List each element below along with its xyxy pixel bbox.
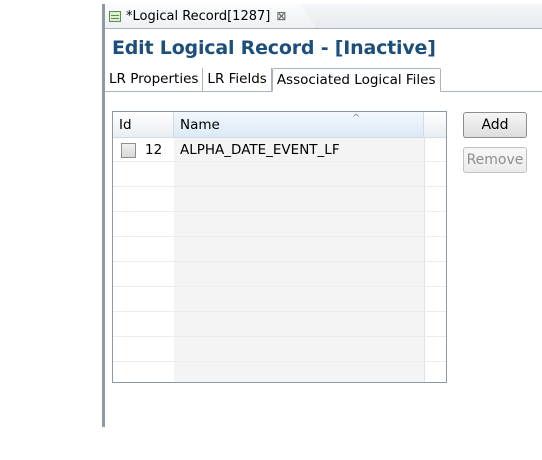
row-gridlines — [113, 137, 446, 382]
editor-tab[interactable]: *Logical Record[1287] ⊠ — [105, 4, 317, 28]
table-row[interactable]: 12 ALPHA_DATE_EVENT_LF — [113, 138, 446, 162]
column-header-name-label: Name — [180, 117, 220, 133]
row-checkbox[interactable] — [121, 142, 136, 158]
subtab-bar: LR Properties LR Fields Associated Logic… — [105, 68, 441, 92]
tab-associated-logical-files[interactable]: Associated Logical Files — [271, 68, 441, 92]
row-name: ALPHA_DATE_EVENT_LF — [180, 142, 340, 158]
tab-lr-properties[interactable]: LR Properties — [105, 68, 204, 92]
table-icon — [109, 10, 121, 22]
logical-files-table: Id ^ Name 12 ALPHA_DATE_EVENT_LF — [112, 111, 447, 383]
id-cell: 12 — [113, 142, 174, 158]
close-icon[interactable]: ⊠ — [276, 9, 286, 23]
tab-lr-fields[interactable]: LR Fields — [203, 68, 272, 92]
column-header-id[interactable]: Id — [113, 112, 174, 137]
table-header: Id ^ Name — [113, 112, 446, 138]
editor-tabstrip: *Logical Record[1287] ⊠ — [105, 4, 542, 29]
editor-tab-title: *Logical Record[1287] — [126, 8, 271, 24]
sort-asc-icon: ^ — [352, 113, 361, 124]
page-title: Edit Logical Record - [Inactive] — [112, 37, 436, 59]
row-id: 12 — [145, 142, 163, 158]
remove-button[interactable]: Remove — [463, 147, 527, 173]
column-header-name[interactable]: ^ Name — [174, 112, 424, 137]
add-button[interactable]: Add — [463, 112, 527, 138]
